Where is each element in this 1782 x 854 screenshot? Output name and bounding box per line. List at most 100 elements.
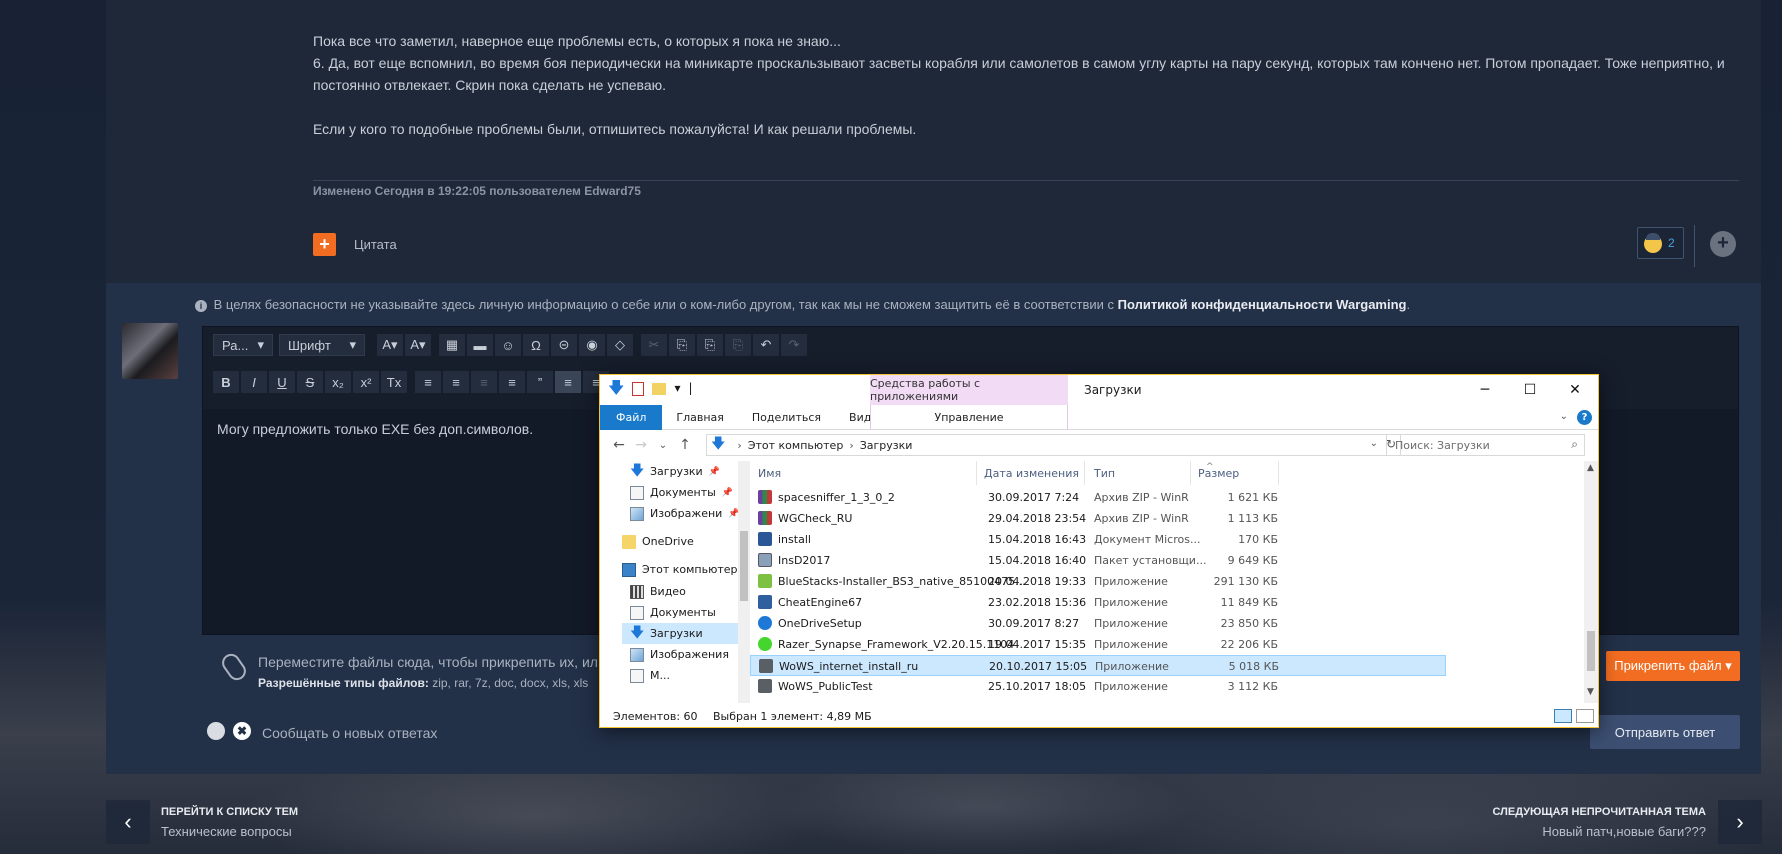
table-button[interactable]: ▦ bbox=[439, 334, 465, 356]
notify-label[interactable]: Сообщать о новых ответах bbox=[262, 725, 437, 741]
topic-list-subtitle[interactable]: Технические вопросы bbox=[161, 824, 292, 839]
nav-item-downloads[interactable]: 🡇 Загрузки 📌 bbox=[630, 461, 720, 482]
breadcrumb-separator[interactable]: › bbox=[737, 439, 741, 452]
next-topic-button[interactable]: › bbox=[1718, 800, 1762, 844]
superscript-button[interactable]: x² bbox=[353, 371, 379, 393]
tab-file[interactable]: Файл bbox=[600, 404, 663, 430]
tab-home[interactable]: Главная bbox=[662, 405, 738, 430]
address-bar[interactable]: 🡇 › Этот компьютер › Загрузки ⌄ ↻ bbox=[706, 434, 1401, 456]
remove-format-button[interactable]: Tx bbox=[381, 371, 407, 393]
minimize-button[interactable]: ─ bbox=[1462, 375, 1508, 405]
search-input[interactable]: Поиск: Загрузки ⌕ bbox=[1386, 434, 1585, 456]
column-size[interactable]: Размер bbox=[1198, 467, 1239, 480]
nav-item-videos[interactable]: Видео bbox=[630, 581, 686, 602]
download-arrow-icon[interactable]: 🡇 bbox=[608, 380, 624, 397]
new-folder-icon[interactable] bbox=[652, 383, 667, 395]
nav-item-pictures[interactable]: Изображени 📌 bbox=[630, 503, 738, 524]
large-icons-view-icon[interactable] bbox=[1576, 709, 1594, 723]
maximize-button[interactable]: ☐ bbox=[1507, 375, 1553, 405]
file-row[interactable]: InsD2017 15.04.2018 16:40 Пакет установщи.… bbox=[750, 550, 1446, 571]
file-row[interactable]: WoWS_internet_install_ru 20.10.2017 15:05… bbox=[750, 655, 1446, 676]
numbered-list-button[interactable]: ≡ bbox=[415, 371, 441, 393]
breadcrumb-this-pc[interactable]: Этот компьютер bbox=[748, 439, 844, 452]
tab-share[interactable]: Поделиться bbox=[738, 405, 835, 430]
forward-button[interactable]: → bbox=[630, 437, 652, 453]
nav-item-music[interactable]: М... bbox=[630, 665, 670, 686]
source-button[interactable]: ◇ bbox=[607, 334, 633, 356]
outdent-button[interactable]: ≡ bbox=[471, 371, 497, 393]
background-color-button[interactable]: A▾ bbox=[405, 334, 431, 356]
scroll-down-icon[interactable]: ▼ bbox=[1587, 687, 1594, 697]
file-row[interactable]: spacesniffer_1_3_0_2 30.09.2017 7:24 Архив… bbox=[750, 487, 1446, 508]
file-row[interactable]: Razer_Synapse_Framework_V2.20.15.1104 19.… bbox=[750, 634, 1446, 655]
help-icon[interactable]: ? bbox=[1577, 410, 1592, 425]
strike-button[interactable]: S bbox=[297, 371, 323, 393]
file-list-scrollbar[interactable]: ▲ ▼ bbox=[1584, 461, 1598, 703]
copy-button[interactable]: ⎘ bbox=[669, 334, 695, 356]
special-char-button[interactable]: Ω bbox=[523, 334, 549, 356]
chevron-down-icon[interactable]: ⌄ bbox=[1370, 438, 1378, 449]
quote-button[interactable]: + bbox=[313, 233, 336, 256]
style-select[interactable]: Ра... ▾ bbox=[213, 334, 273, 356]
file-row[interactable]: OneDriveSetup 30.09.2017 8:27 Приложение 23… bbox=[750, 613, 1446, 634]
file-row[interactable]: WGCheck_RU 29.04.2018 23:54 Архив ZIP - Wi… bbox=[750, 508, 1446, 529]
quote-label[interactable]: Цитата bbox=[354, 237, 397, 252]
recent-locations-button[interactable]: ⌄ bbox=[652, 440, 674, 451]
file-row[interactable]: CheatEngine67 23.02.2018 15:36 Приложение 1… bbox=[750, 592, 1446, 613]
paste-button[interactable]: ⎘ bbox=[697, 334, 723, 356]
privacy-policy-link[interactable]: Политикой конфиденциальности Wargaming bbox=[1118, 297, 1407, 312]
customize-toolbar-icon[interactable]: ▾ bbox=[674, 381, 680, 397]
file-row[interactable]: install 15.04.2018 16:43 Документ Micros..… bbox=[750, 529, 1446, 550]
nav-item-onedrive[interactable]: OneDrive bbox=[622, 531, 694, 552]
file-row[interactable]: BlueStacks-Installer_BS3_native_85100475… bbox=[750, 571, 1446, 592]
text-color-button[interactable]: A▾ bbox=[377, 334, 403, 356]
underline-button[interactable]: U bbox=[269, 371, 295, 393]
nav-item-pictures[interactable]: Изображения bbox=[630, 644, 729, 665]
file-row[interactable]: WoWS_PublicTest 25.10.2017 18:05 Приложени… bbox=[750, 676, 1446, 697]
notify-toggle[interactable]: ✖ bbox=[207, 722, 257, 740]
reaction-badge[interactable]: 2 bbox=[1637, 227, 1684, 259]
redo-button[interactable]: ↷ bbox=[781, 334, 807, 356]
back-button[interactable]: ← bbox=[608, 437, 630, 453]
add-reaction-button[interactable]: + bbox=[1710, 231, 1736, 257]
subscript-button[interactable]: x₂ bbox=[325, 371, 351, 393]
align-left-button[interactable]: ≡ bbox=[555, 371, 581, 393]
details-view-icon[interactable] bbox=[1554, 709, 1572, 723]
column-name[interactable]: Имя bbox=[758, 467, 781, 480]
nav-item-downloads[interactable]: 🡇 Загрузки bbox=[622, 623, 738, 644]
column-type[interactable]: Тип bbox=[1094, 467, 1115, 480]
up-button[interactable]: ↑ bbox=[674, 437, 696, 453]
avatar[interactable] bbox=[122, 323, 178, 379]
breadcrumb-downloads[interactable]: Загрузки bbox=[860, 439, 913, 452]
bullet-list-button[interactable]: ≡ bbox=[443, 371, 469, 393]
scrollbar-thumb[interactable] bbox=[740, 531, 748, 601]
next-unread-link[interactable]: СЛЕДУЮЩАЯ НЕПРОЧИТАННАЯ ТЕМА bbox=[1493, 806, 1707, 818]
attach-file-button[interactable]: Прикрепить файл ▾ bbox=[1606, 651, 1740, 681]
next-unread-subtitle[interactable]: Новый патч,новые баги??? bbox=[1542, 824, 1706, 839]
column-date[interactable]: Дата изменения bbox=[984, 467, 1079, 480]
expand-ribbon-icon[interactable]: ⌄ bbox=[1560, 411, 1568, 422]
emoji-button[interactable]: ☺ bbox=[495, 334, 521, 356]
close-button[interactable]: ✕ bbox=[1552, 375, 1598, 405]
horizontal-line-button[interactable]: ▬ bbox=[467, 334, 493, 356]
italic-button[interactable]: I bbox=[241, 371, 267, 393]
blockquote-button[interactable]: ” bbox=[527, 371, 553, 393]
paste-text-button[interactable]: ⎘ bbox=[725, 334, 751, 356]
indent-button[interactable]: ≡ bbox=[499, 371, 525, 393]
tab-manage[interactable]: Управление bbox=[870, 404, 1068, 430]
scroll-up-icon[interactable]: ▲ bbox=[1587, 463, 1594, 473]
nav-item-documents[interactable]: Документы bbox=[630, 602, 716, 623]
nav-item-this-pc[interactable]: Этот компьютер bbox=[622, 559, 738, 580]
prev-topic-button[interactable]: ‹ bbox=[106, 800, 150, 844]
nav-item-documents[interactable]: Документы 📌 bbox=[630, 482, 733, 503]
cut-button[interactable]: ✂ bbox=[641, 334, 667, 356]
font-select[interactable]: Шрифт ▾ bbox=[279, 334, 365, 356]
editor-content[interactable]: Могу предложить только EXE без доп.симво… bbox=[217, 421, 533, 437]
preview-button[interactable]: ◉ bbox=[579, 334, 605, 356]
properties-icon[interactable] bbox=[632, 382, 645, 396]
undo-button[interactable]: ↶ bbox=[753, 334, 779, 356]
scrollbar-thumb[interactable] bbox=[1587, 631, 1595, 671]
breadcrumb-separator[interactable]: › bbox=[849, 439, 853, 452]
bold-button[interactable]: B bbox=[213, 371, 239, 393]
nav-scrollbar[interactable] bbox=[738, 461, 750, 703]
